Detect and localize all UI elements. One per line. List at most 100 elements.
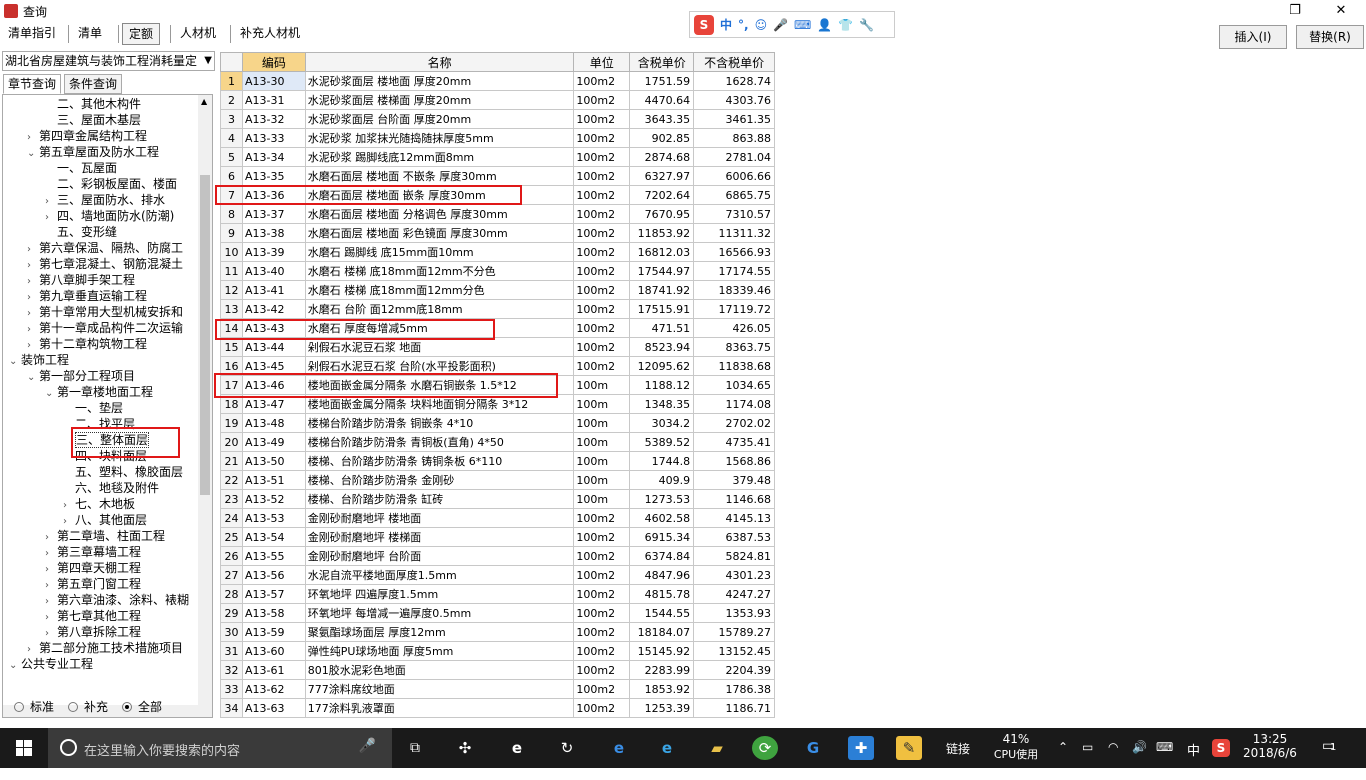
name-cell[interactable]: 金刚砂耐磨地坪 楼地面 — [304, 508, 575, 528]
taskbar-search-box[interactable]: 在这里输入你要搜索的内容 🎤 — [48, 728, 392, 768]
code-cell[interactable]: A13-52 — [241, 489, 306, 509]
tree-item[interactable]: › 第四章金属结构工程 — [27, 128, 147, 144]
tab-chapter-query[interactable]: 章节查询 — [3, 74, 62, 94]
table-row[interactable]: 5 A13-34 水泥砂浆 踢脚线底12mm面8mm 100m2 2874.68 2781… — [220, 147, 775, 167]
price-with-tax-cell[interactable]: 4847.96 — [629, 565, 695, 585]
unit-cell[interactable]: 100m2 — [573, 679, 631, 699]
code-cell[interactable]: A13-34 — [241, 147, 306, 167]
price-with-tax-cell[interactable]: 7202.64 — [629, 185, 695, 205]
table-row[interactable]: 28 A13-57 环氧地坪 四遍厚度1.5mm 100m2 4815.78 4247.2… — [220, 584, 775, 604]
unit-cell[interactable]: 100m2 — [573, 204, 631, 224]
ie-browser-icon[interactable]: e — [504, 736, 530, 760]
name-cell[interactable]: 环氧地坪 四遍厚度1.5mm — [304, 584, 575, 604]
chevron-up-icon[interactable]: ⌃ — [1058, 740, 1068, 780]
price-with-tax-cell[interactable]: 4470.64 — [629, 90, 695, 110]
name-cell[interactable]: 金刚砂耐磨地坪 台阶面 — [304, 546, 575, 566]
unit-cell[interactable]: 100m2 — [573, 71, 631, 91]
row-number[interactable]: 29 — [220, 603, 243, 623]
unit-cell[interactable]: 100m — [573, 451, 631, 471]
name-cell[interactable]: 聚氨酯球场面层 厚度12mm — [304, 622, 575, 642]
tree-item[interactable]: › 第八章拆除工程 — [45, 624, 141, 640]
unit-cell[interactable]: 100m2 — [573, 337, 631, 357]
unit-cell[interactable]: 100m2 — [573, 90, 631, 110]
pinwheel-app-icon[interactable]: ✣ — [452, 736, 478, 760]
tab-supplement-labor-material-machine[interactable]: 补充人材机 — [234, 23, 306, 45]
price-without-tax-cell[interactable]: 4303.76 — [693, 90, 775, 110]
scroll-thumb[interactable] — [200, 175, 210, 495]
price-without-tax-cell[interactable]: 1568.86 — [693, 451, 775, 471]
code-cell[interactable]: A13-61 — [241, 660, 306, 680]
row-number[interactable]: 12 — [220, 280, 243, 300]
name-cell[interactable]: 弹性纯PU球场地面 厚度5mm — [304, 641, 575, 661]
unit-cell[interactable]: 100m — [573, 470, 631, 490]
price-with-tax-cell[interactable]: 1348.35 — [629, 394, 695, 414]
tree-item[interactable]: › 第九章垂直运输工程 — [27, 288, 147, 304]
table-row[interactable]: 26 A13-55 金刚砂耐磨地坪 台阶面 100m2 6374.84 5824.81 — [220, 546, 775, 566]
tree-item[interactable]: › 八、其他面层 — [63, 512, 147, 528]
price-with-tax-cell[interactable]: 471.51 — [629, 318, 695, 338]
code-cell[interactable]: A13-40 — [241, 261, 306, 281]
row-number[interactable]: 15 — [220, 337, 243, 357]
tree-item[interactable]: › 第三章幕墙工程 — [45, 544, 141, 560]
table-row[interactable]: 4 A13-33 水泥砂浆 加浆抹光随捣随抹厚度5mm 100m2 902.85 863.… — [220, 128, 775, 148]
price-with-tax-cell[interactable]: 6327.97 — [629, 166, 695, 186]
unit-cell[interactable]: 100m2 — [573, 527, 631, 547]
table-row[interactable]: 32 A13-61 801胶水泥彩色地面 100m2 2283.99 2204.39 — [220, 660, 775, 680]
row-number[interactable]: 9 — [220, 223, 243, 243]
price-without-tax-cell[interactable]: 2702.02 — [693, 413, 775, 433]
table-row[interactable]: 24 A13-53 金刚砂耐磨地坪 楼地面 100m2 4602.58 4145.13 — [220, 508, 775, 528]
tree-item[interactable]: › 第七章混凝土、钢筋混凝土 — [27, 256, 183, 272]
row-number[interactable]: 24 — [220, 508, 243, 528]
name-cell[interactable]: 水磨石面层 楼地面 不嵌条 厚度30mm — [304, 166, 575, 186]
tree-item[interactable]: › 第六章油漆、涂料、裱糊 — [45, 592, 189, 608]
name-cell[interactable]: 环氧地坪 每增减一遍厚度0.5mm — [304, 603, 575, 623]
unit-cell[interactable]: 100m2 — [573, 147, 631, 167]
unit-cell[interactable]: 100m2 — [573, 698, 631, 718]
unit-cell[interactable]: 100m — [573, 432, 631, 452]
price-without-tax-cell[interactable]: 1146.68 — [693, 489, 775, 509]
code-cell[interactable]: A13-35 — [241, 166, 306, 186]
name-cell[interactable]: 楼梯、台阶踏步防滑条 缸砖 — [304, 489, 575, 509]
quota-library-select[interactable]: 湖北省房屋建筑与装饰工程消耗量定 ▼ — [2, 51, 215, 71]
quota-app-icon[interactable]: ✎ — [896, 736, 922, 760]
column-header-unit[interactable]: 单位 — [573, 52, 631, 72]
row-number[interactable]: 21 — [220, 451, 243, 471]
tree-item[interactable]: › 第六章保温、隔热、防腐工 — [27, 240, 183, 256]
tab-condition-query[interactable]: 条件查询 — [64, 74, 123, 94]
chevron-down-icon[interactable]: ▼ — [204, 52, 212, 70]
price-with-tax-cell[interactable]: 4602.58 — [629, 508, 695, 528]
tree-item[interactable]: › 三、屋面防水、排水 — [45, 192, 165, 208]
code-cell[interactable]: A13-31 — [241, 90, 306, 110]
unit-cell[interactable]: 100m2 — [573, 223, 631, 243]
code-cell[interactable]: A13-48 — [241, 413, 306, 433]
price-with-tax-cell[interactable]: 18184.07 — [629, 622, 695, 642]
name-cell[interactable]: 水磨石 楼梯 底18mm面12mm分色 — [304, 280, 575, 300]
price-with-tax-cell[interactable]: 15145.92 — [629, 641, 695, 661]
tab-quota[interactable]: 定额 — [122, 23, 161, 45]
tree-item[interactable]: › 第五章门窗工程 — [45, 576, 141, 592]
price-with-tax-cell[interactable]: 1751.59 — [629, 71, 695, 91]
row-number[interactable]: 6 — [220, 166, 243, 186]
code-cell[interactable]: A13-49 — [241, 432, 306, 452]
radio-circle-icon[interactable] — [14, 701, 24, 712]
tree-item[interactable]: › 第八章脚手架工程 — [27, 272, 135, 288]
unit-cell[interactable]: 100m2 — [573, 280, 631, 300]
tree-item[interactable]: › 第十章常用大型机械安拆和 — [27, 304, 183, 320]
unit-cell[interactable]: 100m2 — [573, 261, 631, 281]
column-header-price-with-tax[interactable]: 含税单价 — [629, 52, 695, 72]
task-view-icon[interactable]: ⧉ — [402, 736, 428, 760]
scroll-up-icon[interactable]: ▲ — [201, 97, 207, 106]
unit-cell[interactable]: 100m2 — [573, 128, 631, 148]
unit-cell[interactable]: 100m2 — [573, 242, 631, 262]
table-row[interactable]: 34 A13-63 177涂料乳液罩面 100m2 1253.39 1186.71 — [220, 698, 775, 718]
price-with-tax-cell[interactable]: 17515.91 — [629, 299, 695, 319]
table-row[interactable]: 11 A13-40 水磨石 楼梯 底18mm面12mm不分色 100m2 17544.9… — [220, 261, 775, 281]
expand-down-icon[interactable]: ⌄ — [9, 658, 21, 674]
price-without-tax-cell[interactable]: 1034.65 — [693, 375, 775, 395]
tree-item[interactable]: 五、变形缝 — [45, 224, 117, 240]
tree-item[interactable]: › 第七章其他工程 — [45, 608, 141, 624]
price-without-tax-cell[interactable]: 426.05 — [693, 318, 775, 338]
refresh-app-icon[interactable]: ↻ — [554, 736, 580, 760]
microphone-icon[interactable]: 🎤 — [359, 738, 376, 754]
radio-supplement[interactable]: 补充 — [68, 698, 108, 715]
